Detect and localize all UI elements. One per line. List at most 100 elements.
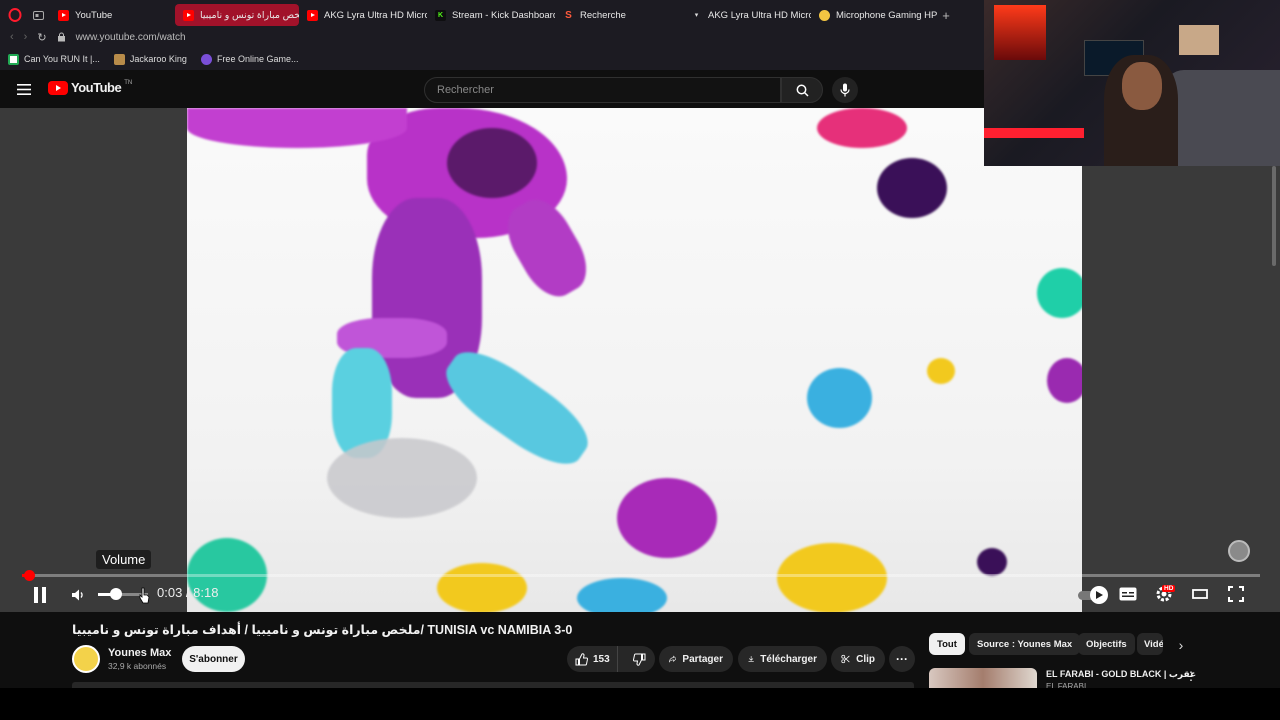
volume-tooltip: Volume xyxy=(96,550,152,569)
akg-icon: ▾ xyxy=(694,12,699,19)
hamburger-menu-icon[interactable] xyxy=(16,82,32,96)
share-label: Partager xyxy=(682,653,723,665)
hp-icon xyxy=(819,9,830,21)
subtitles-icon xyxy=(1119,587,1137,601)
autoplay-play-icon xyxy=(1095,591,1103,599)
bookmark-jackaroo-king[interactable]: Jackaroo King xyxy=(113,53,187,65)
bookmark-label: Jackaroo King xyxy=(129,54,187,64)
tab-label: Stream - Kick Dashboard xyxy=(452,9,555,21)
screen-bottom-border xyxy=(0,688,1280,720)
microphone-icon xyxy=(840,83,850,97)
tab-active-video[interactable]: ملخص مباراة تونس و ناميبيا xyxy=(175,4,299,26)
volume-icon xyxy=(72,589,83,601)
search-input[interactable]: Rechercher xyxy=(424,77,781,103)
tab-label: AKG Lyra Ultra HD Microp xyxy=(324,9,427,21)
url-text[interactable]: www.youtube.com/watch xyxy=(76,32,186,43)
theater-mode-button[interactable] xyxy=(1190,586,1210,602)
hd-badge: HD xyxy=(1162,585,1176,592)
tab-youtube[interactable]: YouTube xyxy=(50,4,175,26)
more-actions-icon[interactable]: ··· xyxy=(889,646,915,672)
clip-label: Clip xyxy=(856,653,875,665)
fullscreen-icon xyxy=(1228,586,1244,602)
voice-search-button[interactable] xyxy=(832,77,858,103)
chevron-right-icon[interactable]: › xyxy=(1172,636,1190,654)
theater-mode-icon xyxy=(1192,589,1208,599)
time-separator: / xyxy=(182,585,194,600)
like-button[interactable]: 153 xyxy=(567,646,618,672)
new-tab-icon[interactable]: + xyxy=(937,6,955,24)
time-display: 0:03 / 8:18 xyxy=(157,585,218,600)
page-scrollbar[interactable] xyxy=(1272,166,1276,266)
channel-avatar[interactable] xyxy=(72,645,100,673)
tab-label: AKG Lyra Ultra HD Microp xyxy=(708,9,811,21)
recommended-video-thumbnail[interactable] xyxy=(929,668,1037,690)
recommended-more-icon[interactable]: ⋮ xyxy=(1185,668,1197,684)
back-icon[interactable]: ‹ xyxy=(10,31,14,43)
youtube-logo-text: YouTube xyxy=(71,80,122,95)
settings-button[interactable]: HD xyxy=(1154,584,1176,604)
youtube-icon xyxy=(307,9,318,21)
bookmark-label: Free Online Game... xyxy=(216,54,299,64)
video-title: ملخص مباراة تونس و ناميبيا / أهداف مبارا… xyxy=(72,623,573,637)
address-bar: ‹ › ↻ www.youtube.com/watch xyxy=(0,26,984,48)
tab-akg-1[interactable]: AKG Lyra Ultra HD Microp xyxy=(299,4,427,26)
subtitles-button[interactable] xyxy=(1118,586,1138,602)
tab-label: ملخص مباراة تونس و ناميبيا xyxy=(200,9,299,21)
youtube-logo[interactable]: YouTube TN xyxy=(48,80,132,95)
jackaroo-icon xyxy=(113,53,125,65)
search-s-icon: S xyxy=(565,9,572,21)
game-icon xyxy=(200,53,212,65)
channel-watermark-icon[interactable] xyxy=(1228,540,1250,562)
bookmark-can-you-run-it[interactable]: Can You RUN It |... xyxy=(8,53,100,65)
mouse-cursor-icon xyxy=(139,587,150,604)
video-frame[interactable] xyxy=(187,108,1082,612)
download-icon xyxy=(748,656,754,662)
subscriber-count: 32,9 k abonnés xyxy=(108,661,167,671)
lock-icon xyxy=(57,32,65,42)
pause-button[interactable] xyxy=(30,585,50,605)
download-button[interactable]: Télécharger xyxy=(738,646,827,672)
reload-icon[interactable]: ↻ xyxy=(37,31,46,44)
tab-akg-2[interactable]: ▾ AKG Lyra Ultra HD Microp xyxy=(683,4,811,26)
search-icon xyxy=(796,84,809,97)
bookmark-free-online-games[interactable]: Free Online Game... xyxy=(200,53,299,65)
chip-objectifs[interactable]: Objectifs xyxy=(1078,633,1135,655)
tab-microphone-hp[interactable]: Microphone Gaming HP H xyxy=(811,4,937,26)
mute-button[interactable] xyxy=(68,585,88,605)
tab-recherche[interactable]: S Recherche xyxy=(555,4,683,26)
fullscreen-button[interactable] xyxy=(1226,585,1246,603)
progress-bar[interactable] xyxy=(22,574,1260,577)
share-button[interactable]: Partager xyxy=(659,646,733,672)
chip-videos[interactable]: Vidé xyxy=(1137,633,1163,655)
tab-kick-dashboard[interactable]: K Stream - Kick Dashboard xyxy=(427,4,555,26)
search-button[interactable] xyxy=(781,77,823,103)
thumbs-down-icon xyxy=(632,653,646,666)
chip-tout[interactable]: Tout xyxy=(929,633,965,655)
forward-icon[interactable]: › xyxy=(24,31,28,43)
pause-icon xyxy=(34,587,46,603)
chip-source-channel[interactable]: Source : Younes Max xyxy=(969,633,1081,655)
bookmarks-bar: Can You RUN It |... Jackaroo King Free O… xyxy=(0,48,984,70)
bookmark-label: Can You RUN It |... xyxy=(24,54,100,64)
like-count: 153 xyxy=(593,653,610,665)
tab-label: Recherche xyxy=(580,9,626,21)
canyourunit-icon xyxy=(8,53,19,65)
webcam-overlay xyxy=(984,0,1280,166)
channel-name[interactable]: Younes Max xyxy=(108,647,171,659)
clip-button[interactable]: Clip xyxy=(831,646,885,672)
current-time: 0:03 xyxy=(157,585,183,600)
like-dislike-group: 153 xyxy=(567,646,655,672)
tab-label: Microphone Gaming HP H xyxy=(836,9,937,21)
autoplay-toggle[interactable] xyxy=(1078,586,1108,604)
volume-slider-knob[interactable] xyxy=(109,588,122,600)
scissors-icon xyxy=(841,654,850,664)
youtube-logo-icon xyxy=(48,80,68,95)
recommended-video-title[interactable]: EL FARABI - GOLD BLACK | عقرب xyxy=(1046,669,1196,680)
kick-icon: K xyxy=(435,9,446,21)
youtube-icon xyxy=(58,9,69,21)
subscribe-button[interactable]: S'abonner xyxy=(182,646,245,672)
duration: 8:18 xyxy=(193,585,219,600)
share-icon xyxy=(669,655,677,663)
dislike-button[interactable] xyxy=(624,646,655,672)
youtube-icon xyxy=(183,9,194,21)
